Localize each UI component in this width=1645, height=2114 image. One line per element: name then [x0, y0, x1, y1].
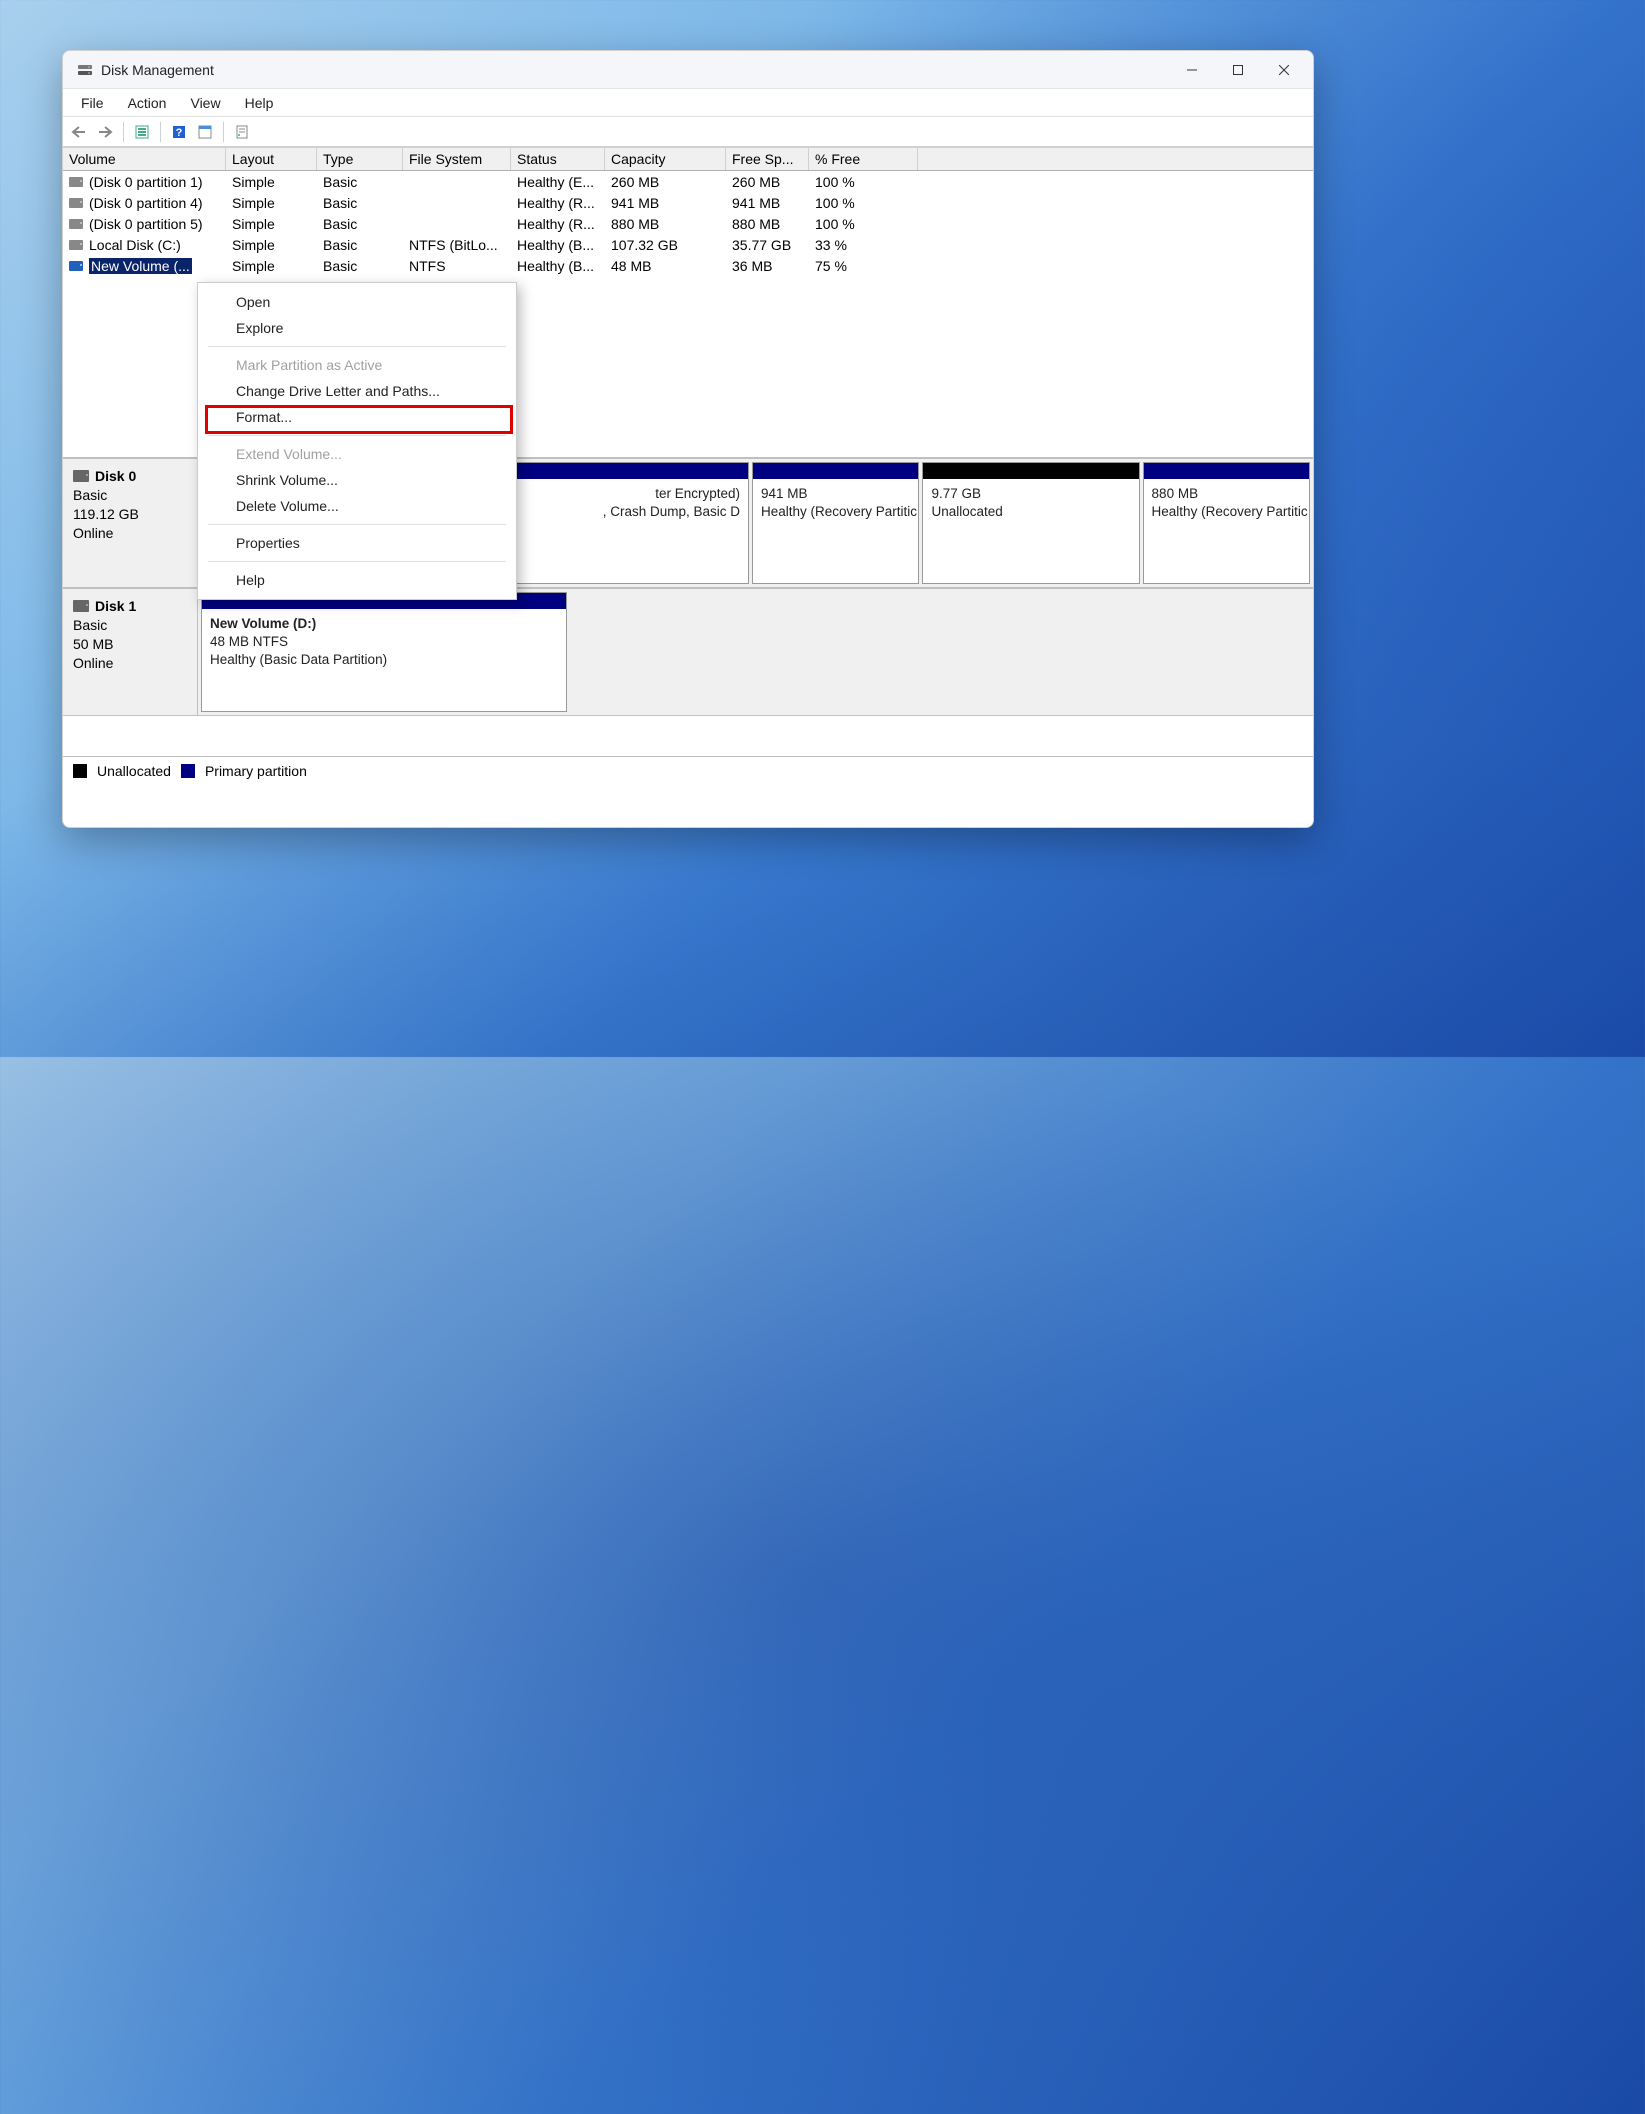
col-status[interactable]: Status — [511, 148, 605, 170]
partition[interactable]: New Volume (D:) 48 MB NTFS Healthy (Basi… — [201, 592, 567, 712]
drive-icon — [69, 198, 83, 208]
minimize-button[interactable] — [1169, 51, 1215, 89]
volume-row[interactable]: (Disk 0 partition 4) Simple Basic Health… — [63, 192, 1313, 213]
legend-swatch-unallocated — [73, 764, 87, 778]
titlebar[interactable]: Disk Management — [63, 51, 1313, 89]
menu-view[interactable]: View — [178, 91, 232, 115]
volume-row-selected[interactable]: New Volume (... Simple Basic NTFS Health… — [63, 255, 1313, 276]
svg-text:?: ? — [176, 127, 183, 139]
partition-unallocated[interactable]: 9.77 GB Unallocated — [922, 462, 1139, 584]
col-type[interactable]: Type — [317, 148, 403, 170]
disk-info[interactable]: Disk 1 Basic 50 MB Online — [63, 589, 198, 715]
legend-label: Primary partition — [205, 763, 307, 779]
legend: Unallocated Primary partition — [63, 756, 1313, 785]
cm-open[interactable]: Open — [198, 289, 516, 315]
app-icon — [77, 62, 93, 78]
properties-icon[interactable] — [230, 121, 254, 143]
volume-row[interactable]: (Disk 0 partition 1) Simple Basic Health… — [63, 171, 1313, 192]
col-layout[interactable]: Layout — [226, 148, 317, 170]
col-pctfree[interactable]: % Free — [809, 148, 918, 170]
disk-row: Disk 1 Basic 50 MB Online New Volume (D:… — [63, 588, 1313, 716]
partition[interactable]: 941 MB Healthy (Recovery Partitic — [752, 462, 919, 584]
col-filesystem[interactable]: File System — [403, 148, 511, 170]
drive-icon — [69, 261, 83, 271]
help-icon[interactable]: ? — [167, 121, 191, 143]
refresh-icon[interactable] — [130, 121, 154, 143]
cm-help[interactable]: Help — [198, 567, 516, 593]
view-icon[interactable] — [193, 121, 217, 143]
menu-file[interactable]: File — [69, 91, 116, 115]
legend-label: Unallocated — [97, 763, 171, 779]
col-freespace[interactable]: Free Sp... — [726, 148, 809, 170]
cm-explore[interactable]: Explore — [198, 315, 516, 341]
legend-swatch-primary — [181, 764, 195, 778]
cm-mark-active: Mark Partition as Active — [198, 352, 516, 378]
cm-format[interactable]: Format... — [198, 404, 516, 430]
drive-icon — [69, 240, 83, 250]
context-menu: Open Explore Mark Partition as Active Ch… — [197, 282, 517, 600]
menu-action[interactable]: Action — [116, 91, 179, 115]
cm-change-letter[interactable]: Change Drive Letter and Paths... — [198, 378, 516, 404]
drive-icon — [69, 219, 83, 229]
menu-help[interactable]: Help — [233, 91, 286, 115]
partition[interactable]: 880 MB Healthy (Recovery Partitic — [1143, 462, 1310, 584]
cm-properties[interactable]: Properties — [198, 530, 516, 556]
cm-extend: Extend Volume... — [198, 441, 516, 467]
volume-row[interactable]: Local Disk (C:) Simple Basic NTFS (BitLo… — [63, 234, 1313, 255]
cm-shrink[interactable]: Shrink Volume... — [198, 467, 516, 493]
drive-icon — [69, 177, 83, 187]
volume-header: Volume Layout Type File System Status Ca… — [63, 147, 1313, 171]
close-button[interactable] — [1261, 51, 1307, 89]
toolbar: ? — [63, 117, 1313, 147]
back-button[interactable] — [67, 121, 91, 143]
volume-row[interactable]: (Disk 0 partition 5) Simple Basic Health… — [63, 213, 1313, 234]
col-volume[interactable]: Volume — [63, 148, 226, 170]
maximize-button[interactable] — [1215, 51, 1261, 89]
disk-info[interactable]: Disk 0 Basic 119.12 GB Online — [63, 459, 198, 587]
disk-icon — [73, 470, 89, 482]
disk-icon — [73, 600, 89, 612]
col-capacity[interactable]: Capacity — [605, 148, 726, 170]
forward-button[interactable] — [93, 121, 117, 143]
menubar: File Action View Help — [63, 89, 1313, 117]
window-title: Disk Management — [101, 62, 214, 78]
cm-delete[interactable]: Delete Volume... — [198, 493, 516, 519]
